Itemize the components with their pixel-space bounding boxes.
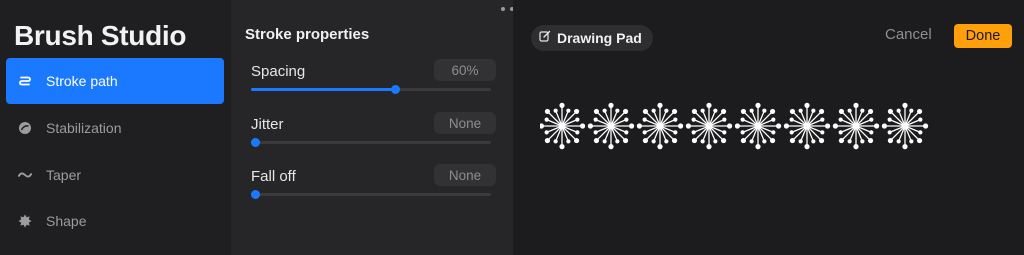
- spacing-slider-fill: [251, 88, 395, 91]
- sidebar-item-label: Stabilization: [46, 120, 122, 136]
- brush-stamp: [685, 102, 733, 150]
- jitter-value[interactable]: None: [434, 112, 496, 134]
- taper-icon: [18, 168, 32, 182]
- jitter-slider[interactable]: [251, 138, 491, 147]
- fall-off-label: Fall off: [251, 168, 296, 185]
- sidebar-item-label: Taper: [46, 167, 82, 183]
- spacing-slider[interactable]: [251, 85, 491, 94]
- brush-stroke-preview: [540, 102, 929, 150]
- drawing-pad-label: Drawing Pad: [557, 30, 642, 46]
- drawing-pad-button[interactable]: Drawing Pad: [531, 25, 653, 51]
- sidebar-item-stroke-path[interactable]: Stroke path: [6, 58, 224, 104]
- cancel-button[interactable]: Cancel: [885, 26, 932, 43]
- spacing-label: Spacing: [251, 63, 306, 80]
- brush-stamp: [783, 102, 831, 150]
- sidebar-item-shape[interactable]: Shape: [6, 198, 224, 244]
- jitter-slider-thumb[interactable]: [251, 138, 260, 147]
- fall-off-slider-thumb[interactable]: [251, 190, 260, 199]
- sidebar: Brush Studio Stroke path Stabilization T…: [0, 0, 231, 255]
- brush-stamp: [587, 102, 635, 150]
- sidebar-item-label: Shape: [46, 213, 87, 229]
- fall-off-slider[interactable]: [251, 190, 491, 199]
- stabilization-icon: [18, 121, 32, 135]
- brush-stamp: [636, 102, 684, 150]
- jitter-label: Jitter: [251, 116, 284, 133]
- spacing-slider-thumb[interactable]: [391, 85, 400, 94]
- drawing-pad[interactable]: Drawing Pad Cancel Done: [513, 0, 1024, 255]
- app-title: Brush Studio: [14, 20, 187, 51]
- shape-icon: [18, 214, 32, 228]
- edit-icon: [539, 29, 551, 47]
- brush-stamp: [832, 102, 880, 150]
- stroke-path-icon: [18, 74, 32, 88]
- sidebar-item-stabilization[interactable]: Stabilization: [6, 105, 224, 151]
- panel-title: Stroke properties: [245, 26, 370, 43]
- sidebar-item-label: Stroke path: [46, 73, 118, 89]
- stroke-properties-panel: Stroke properties Spacing 60% Jitter Non…: [231, 0, 513, 255]
- spacing-value[interactable]: 60%: [434, 59, 496, 81]
- brush-stamp: [540, 102, 586, 150]
- brush-stamp: [881, 102, 929, 150]
- sidebar-item-taper[interactable]: Taper: [6, 152, 224, 198]
- done-button[interactable]: Done: [954, 24, 1012, 48]
- fall-off-value[interactable]: None: [434, 164, 496, 186]
- brush-stamp: [734, 102, 782, 150]
